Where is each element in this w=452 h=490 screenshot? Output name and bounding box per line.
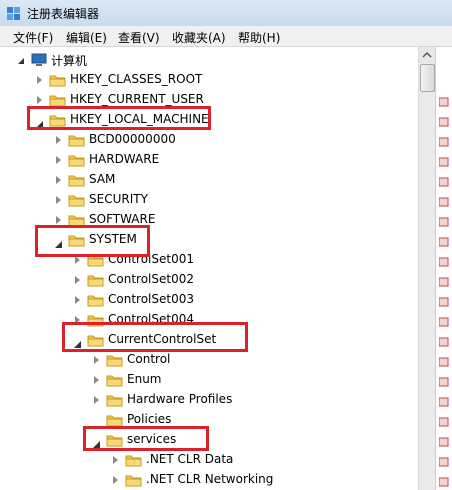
value-type-icon bbox=[439, 357, 449, 367]
tree-item[interactable]: Enum bbox=[0, 370, 410, 390]
value-type-icon bbox=[439, 457, 449, 467]
tree-item-label: Hardware Profiles bbox=[127, 392, 233, 406]
expand-arrow-icon[interactable] bbox=[94, 396, 99, 404]
value-type-icon bbox=[439, 297, 449, 307]
folder-icon bbox=[68, 195, 85, 207]
value-type-icon bbox=[439, 377, 449, 387]
tree-item[interactable]: ControlSet003 bbox=[0, 290, 410, 310]
tree-item-label: Policies bbox=[127, 412, 172, 426]
menu-file[interactable]: 文件(F) bbox=[13, 29, 53, 46]
folder-icon bbox=[106, 355, 123, 367]
menu-favorites[interactable]: 收藏夹(A) bbox=[172, 29, 226, 46]
value-type-icon bbox=[439, 477, 449, 487]
expand-arrow-icon[interactable] bbox=[113, 476, 118, 484]
tree-item[interactable]: SECURITY bbox=[0, 190, 410, 210]
tree-item[interactable]: HKEY_CLASSES_ROOT bbox=[0, 70, 410, 90]
value-type-icon bbox=[439, 417, 449, 427]
folder-icon bbox=[106, 415, 123, 427]
tree-item-label: ControlSet002 bbox=[108, 272, 194, 286]
folder-icon bbox=[106, 395, 123, 407]
tree-item[interactable]: ControlSet002 bbox=[0, 270, 410, 290]
scroll-up-button[interactable] bbox=[419, 47, 435, 63]
value-type-icon bbox=[439, 217, 449, 227]
value-type-icon bbox=[439, 397, 449, 407]
tree-item-label: HARDWARE bbox=[89, 152, 160, 166]
folder-icon bbox=[49, 95, 66, 107]
value-type-icon bbox=[439, 157, 449, 167]
value-type-icon bbox=[439, 277, 449, 287]
menu-view[interactable]: 查看(V) bbox=[118, 29, 160, 46]
value-type-icon bbox=[439, 317, 449, 327]
tree-item-label: SECURITY bbox=[89, 192, 148, 206]
tree-item-label: 计算机 bbox=[51, 54, 88, 68]
value-type-icon bbox=[439, 177, 449, 187]
tree-item-label: Enum bbox=[127, 372, 162, 386]
expand-arrow-icon[interactable] bbox=[56, 196, 61, 204]
expand-arrow-icon[interactable] bbox=[56, 216, 61, 224]
menu-edit[interactable]: 编辑(E) bbox=[66, 29, 107, 46]
value-type-icon bbox=[439, 337, 449, 347]
folder-icon bbox=[68, 135, 85, 147]
menu-help[interactable]: 帮助(H) bbox=[238, 29, 280, 46]
expand-arrow-icon[interactable] bbox=[37, 96, 42, 104]
tree-item[interactable]: HARDWARE bbox=[0, 150, 410, 170]
folder-icon bbox=[125, 475, 142, 487]
tree-item-label: BCD00000000 bbox=[89, 132, 176, 146]
expand-arrow-icon[interactable] bbox=[56, 176, 61, 184]
value-type-icon bbox=[439, 437, 449, 447]
expand-arrow-icon[interactable] bbox=[56, 156, 61, 164]
tree-item[interactable]: .NET CLR Data bbox=[0, 450, 410, 470]
highlight-box-hklm bbox=[27, 106, 211, 130]
tree-item-label: .NET CLR Data bbox=[146, 452, 234, 466]
expand-arrow-icon[interactable] bbox=[94, 376, 99, 384]
expand-arrow-icon[interactable] bbox=[94, 356, 99, 364]
expand-arrow-icon[interactable] bbox=[56, 136, 61, 144]
highlight-box-system bbox=[35, 225, 150, 257]
folder-icon bbox=[106, 375, 123, 387]
computer-icon bbox=[31, 53, 47, 66]
expand-arrow-icon[interactable] bbox=[75, 296, 80, 304]
tree-item-label: HKEY_CURRENT_USER bbox=[70, 92, 204, 106]
tree-item-label: HKEY_CLASSES_ROOT bbox=[70, 72, 203, 86]
expand-arrow-icon[interactable] bbox=[75, 256, 80, 264]
collapse-arrow-icon[interactable] bbox=[18, 58, 24, 64]
tree-item[interactable]: Hardware Profiles bbox=[0, 390, 410, 410]
expand-arrow-icon[interactable] bbox=[75, 276, 80, 284]
folder-icon bbox=[87, 295, 104, 307]
tree-item-label: Control bbox=[127, 352, 171, 366]
value-type-icon bbox=[439, 137, 449, 147]
folder-icon bbox=[49, 75, 66, 87]
scroll-thumb[interactable] bbox=[420, 64, 435, 92]
folder-icon bbox=[87, 275, 104, 287]
tree-item-label: SOFTWARE bbox=[89, 212, 156, 226]
expand-arrow-icon[interactable] bbox=[113, 456, 118, 464]
tree-item[interactable]: SAM bbox=[0, 170, 410, 190]
value-type-icon bbox=[439, 257, 449, 267]
tree-item-label: .NET CLR Networking bbox=[146, 472, 274, 486]
value-type-icon bbox=[439, 97, 449, 107]
vertical-scrollbar[interactable] bbox=[418, 47, 435, 490]
tree-item[interactable]: Control bbox=[0, 350, 410, 370]
chevron-up-icon bbox=[422, 51, 432, 58]
value-type-icon bbox=[439, 197, 449, 207]
registry-editor-icon bbox=[7, 7, 20, 20]
tree-item-label: ControlSet003 bbox=[108, 292, 194, 306]
tree-item-computer[interactable]: 计算机 bbox=[0, 50, 300, 70]
folder-icon bbox=[68, 155, 85, 167]
value-type-icon bbox=[439, 117, 449, 127]
title-bar: 注册表编辑器 bbox=[0, 0, 452, 27]
value-type-icon bbox=[439, 237, 449, 247]
menu-bar: 文件(F) 编辑(E) 查看(V) 收藏夹(A) 帮助(H) bbox=[0, 26, 452, 47]
window-title: 注册表编辑器 bbox=[27, 7, 100, 21]
folder-icon bbox=[125, 455, 142, 467]
highlight-box-services bbox=[83, 426, 209, 451]
expand-arrow-icon[interactable] bbox=[37, 76, 42, 84]
tree-item[interactable]: .NET CLR Networking bbox=[0, 470, 410, 490]
tree-item-label: SAM bbox=[89, 172, 116, 186]
values-pane[interactable] bbox=[435, 47, 452, 490]
folder-icon bbox=[68, 175, 85, 187]
highlight-box-currentcontrolset bbox=[62, 322, 248, 352]
tree-item[interactable]: BCD00000000 bbox=[0, 130, 410, 150]
